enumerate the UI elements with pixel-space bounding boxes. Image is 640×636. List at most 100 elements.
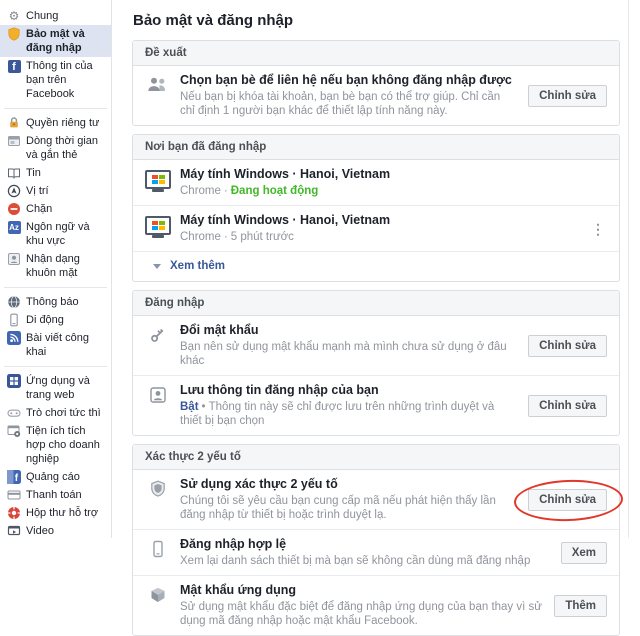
sidebar-item-instant-games[interactable]: Trò chơi tức thì bbox=[0, 404, 111, 422]
app-passwords-row: Mật khẩu ứng dụng Sử dụng mật khẩu đặc b… bbox=[133, 575, 619, 635]
row-title: Đăng nhập hợp lệ bbox=[180, 537, 287, 551]
separator: • bbox=[201, 401, 206, 413]
sidebar-item-label: Video bbox=[26, 525, 54, 537]
gear-icon: ⚙ bbox=[8, 9, 20, 23]
sidebar-item-label: Vị trí bbox=[26, 185, 49, 197]
sidebar-item-payments[interactable]: Thanh toán bbox=[0, 486, 111, 504]
two-factor-shield-icon bbox=[145, 477, 171, 498]
mobile-icon bbox=[7, 313, 21, 327]
sidebar-item-public-posts[interactable]: Bài viết công khai bbox=[0, 329, 111, 361]
row-title: Đổi mật khẩu bbox=[180, 323, 259, 337]
sidebar-item-ads[interactable]: f Quảng cáo bbox=[0, 468, 111, 486]
sidebar-item-notifications[interactable]: Thông báo bbox=[0, 293, 111, 311]
sidebar-item-label: Thông báo bbox=[26, 296, 79, 308]
ads-icon: f bbox=[7, 470, 21, 484]
row-title: Chọn bạn bè để liên hệ nếu bạn không đăn… bbox=[180, 73, 512, 87]
session-browser: Chrome bbox=[180, 231, 221, 243]
section-header: Đề xuất bbox=[133, 41, 619, 66]
sidebar-item-security-login[interactable]: Bảo mật và đăng nhập bbox=[0, 25, 111, 57]
block-icon bbox=[7, 202, 21, 216]
see-more-row[interactable]: Xem thêm bbox=[133, 251, 619, 281]
settings-main: Bảo mật và đăng nhập Đề xuất Chọn bạn bè… bbox=[113, 0, 640, 636]
sidebar-item-face-recognition[interactable]: Nhận dạng khuôn mặt bbox=[0, 250, 111, 282]
session-info: Máy tính Windows · Hanoi, Vietnam Chrome… bbox=[180, 213, 589, 244]
change-password-edit-button[interactable]: Chỉnh sửa bbox=[528, 334, 607, 357]
business-icon bbox=[7, 424, 21, 438]
cube-icon bbox=[145, 583, 171, 604]
lock-icon bbox=[7, 116, 21, 130]
page-edge-divider bbox=[628, 0, 629, 538]
session-row: Máy tính Windows · Hanoi, Vietnam Chrome… bbox=[133, 205, 619, 251]
security-shield-icon bbox=[7, 27, 21, 41]
sidebar-item-privacy[interactable]: Quyền riêng tư bbox=[0, 114, 111, 132]
sidebar-item-label: Bài viết công khai bbox=[26, 332, 89, 358]
sidebar-item-label: Bảo mật và đăng nhập bbox=[26, 28, 85, 54]
apps-icon bbox=[7, 374, 21, 388]
section-recommended: Đề xuất Chọn bạn bè để liên hệ nếu bạn k… bbox=[132, 40, 620, 126]
two-factor-edit-button[interactable]: Chỉnh sửa bbox=[528, 488, 607, 511]
use-two-factor-text: Sử dụng xác thực 2 yếu tố Chúng tôi sẽ y… bbox=[180, 477, 528, 522]
section-where-logged-in: Nơi bạn đã đăng nhập Máy tính Windows · … bbox=[132, 134, 620, 282]
section-login: Đăng nhập Đổi mật khẩu Bạn nên sử dụng m… bbox=[132, 290, 620, 436]
face-recognition-icon bbox=[7, 252, 21, 266]
app-passwords-text: Mật khẩu ứng dụng Sử dụng mật khẩu đặc b… bbox=[180, 583, 554, 628]
trusted-contacts-edit-button[interactable]: Chỉnh sửa bbox=[528, 84, 607, 107]
key-icon bbox=[145, 323, 171, 344]
sidebar-item-language-region[interactable]: Az Ngôn ngữ và khu vực bbox=[0, 218, 111, 250]
sidebar-item-video[interactable]: Video bbox=[0, 522, 111, 540]
session-info: Máy tính Windows · Hanoi, Vietnam Chrome… bbox=[180, 167, 607, 198]
row-description: Sử dụng mật khẩu đặc biệt để đăng nhập ứ… bbox=[180, 601, 542, 627]
sidebar-item-general[interactable]: ⚙ Chung bbox=[0, 7, 111, 25]
sidebar-item-support-inbox[interactable]: Hộp thư hỗ trợ bbox=[0, 504, 111, 522]
sidebar-item-label: Thanh toán bbox=[26, 489, 82, 501]
support-icon bbox=[7, 506, 21, 520]
section-header: Đăng nhập bbox=[133, 291, 619, 316]
session-status: 5 phút trước bbox=[230, 231, 294, 243]
sidebar-item-your-facebook-info[interactable]: f Thông tin của bạn trên Facebook bbox=[0, 57, 111, 103]
globe-icon bbox=[7, 295, 21, 309]
sidebar-item-label: Di động bbox=[26, 314, 64, 326]
sidebar-item-label: Tiện ích tích hợp cho doanh nghiệp bbox=[26, 425, 100, 465]
trusted-contacts-text: Chọn bạn bè để liên hệ nếu bạn không đăn… bbox=[180, 73, 528, 118]
sidebar-item-label: Chặn bbox=[26, 203, 53, 215]
sidebar-item-stories[interactable]: Tin bbox=[0, 164, 111, 182]
saved-login-icon bbox=[145, 383, 171, 404]
sidebar-item-apps-websites[interactable]: Ứng dụng và trang web bbox=[0, 372, 111, 404]
authorized-logins-view-button[interactable]: Xem bbox=[560, 541, 607, 564]
sidebar-item-business-integrations[interactable]: Tiện ích tích hợp cho doanh nghiệp bbox=[0, 422, 111, 468]
timeline-icon bbox=[7, 134, 21, 148]
session-row: Máy tính Windows · Hanoi, Vietnam Chrome… bbox=[133, 160, 619, 205]
use-two-factor-row: Sử dụng xác thực 2 yếu tố Chúng tôi sẽ y… bbox=[133, 470, 624, 529]
app-passwords-add-button[interactable]: Thêm bbox=[554, 594, 607, 617]
see-more-link[interactable]: Xem thêm bbox=[170, 260, 225, 272]
page-title: Bảo mật và đăng nhập bbox=[133, 12, 294, 29]
sidebar-item-label: Trò chơi tức thì bbox=[26, 407, 101, 419]
news-icon bbox=[7, 166, 21, 180]
facebook-icon: f bbox=[7, 59, 21, 73]
session-options-menu[interactable]: ⋮ bbox=[589, 222, 607, 236]
section-header: Xác thực 2 yếu tố bbox=[133, 445, 619, 470]
session-details: Chrome · Đang hoạt động bbox=[180, 184, 595, 198]
sidebar-item-timeline-tagging[interactable]: Dòng thời gian và gắn thẻ bbox=[0, 132, 111, 164]
location-icon bbox=[7, 184, 21, 198]
save-login-row: Lưu thông tin đăng nhập của bạn Bật • Thôn… bbox=[133, 375, 619, 435]
phone-icon bbox=[145, 537, 171, 558]
row-description: Chúng tôi sẽ yêu cầu bạn cung cấp mã nếu… bbox=[180, 495, 496, 521]
sidebar-item-mobile[interactable]: Di động bbox=[0, 311, 111, 329]
sidebar-divider bbox=[4, 108, 107, 109]
sidebar-item-label: Dòng thời gian và gắn thẻ bbox=[26, 135, 99, 161]
change-password-row: Đổi mật khẩu Bạn nên sử dụng mật khẩu mạ… bbox=[133, 316, 619, 375]
save-login-edit-button[interactable]: Chỉnh sửa bbox=[528, 394, 607, 417]
sidebar-item-label: Quyền riêng tư bbox=[26, 117, 100, 129]
row-description: Nếu bạn bị khóa tài khoản, bạn bè bạn có… bbox=[180, 91, 501, 117]
save-login-description: Thông tin này sẽ chỉ được lưu trên những… bbox=[180, 401, 495, 427]
authorized-logins-row: Đăng nhập hợp lệ Xem lại danh sách thiết… bbox=[133, 529, 619, 575]
sidebar-divider bbox=[4, 366, 107, 367]
sidebar-item-blocking[interactable]: Chặn bbox=[0, 200, 111, 218]
friends-icon bbox=[145, 73, 171, 92]
separator: · bbox=[223, 185, 228, 197]
sidebar-item-label: Thông tin của bạn trên Facebook bbox=[26, 60, 93, 100]
sidebar-item-location[interactable]: Vị trí bbox=[0, 182, 111, 200]
save-login-text: Lưu thông tin đăng nhập của bạn Bật • Thôn… bbox=[180, 383, 528, 428]
trusted-contacts-row: Chọn bạn bè để liên hệ nếu bạn không đăn… bbox=[133, 66, 619, 125]
